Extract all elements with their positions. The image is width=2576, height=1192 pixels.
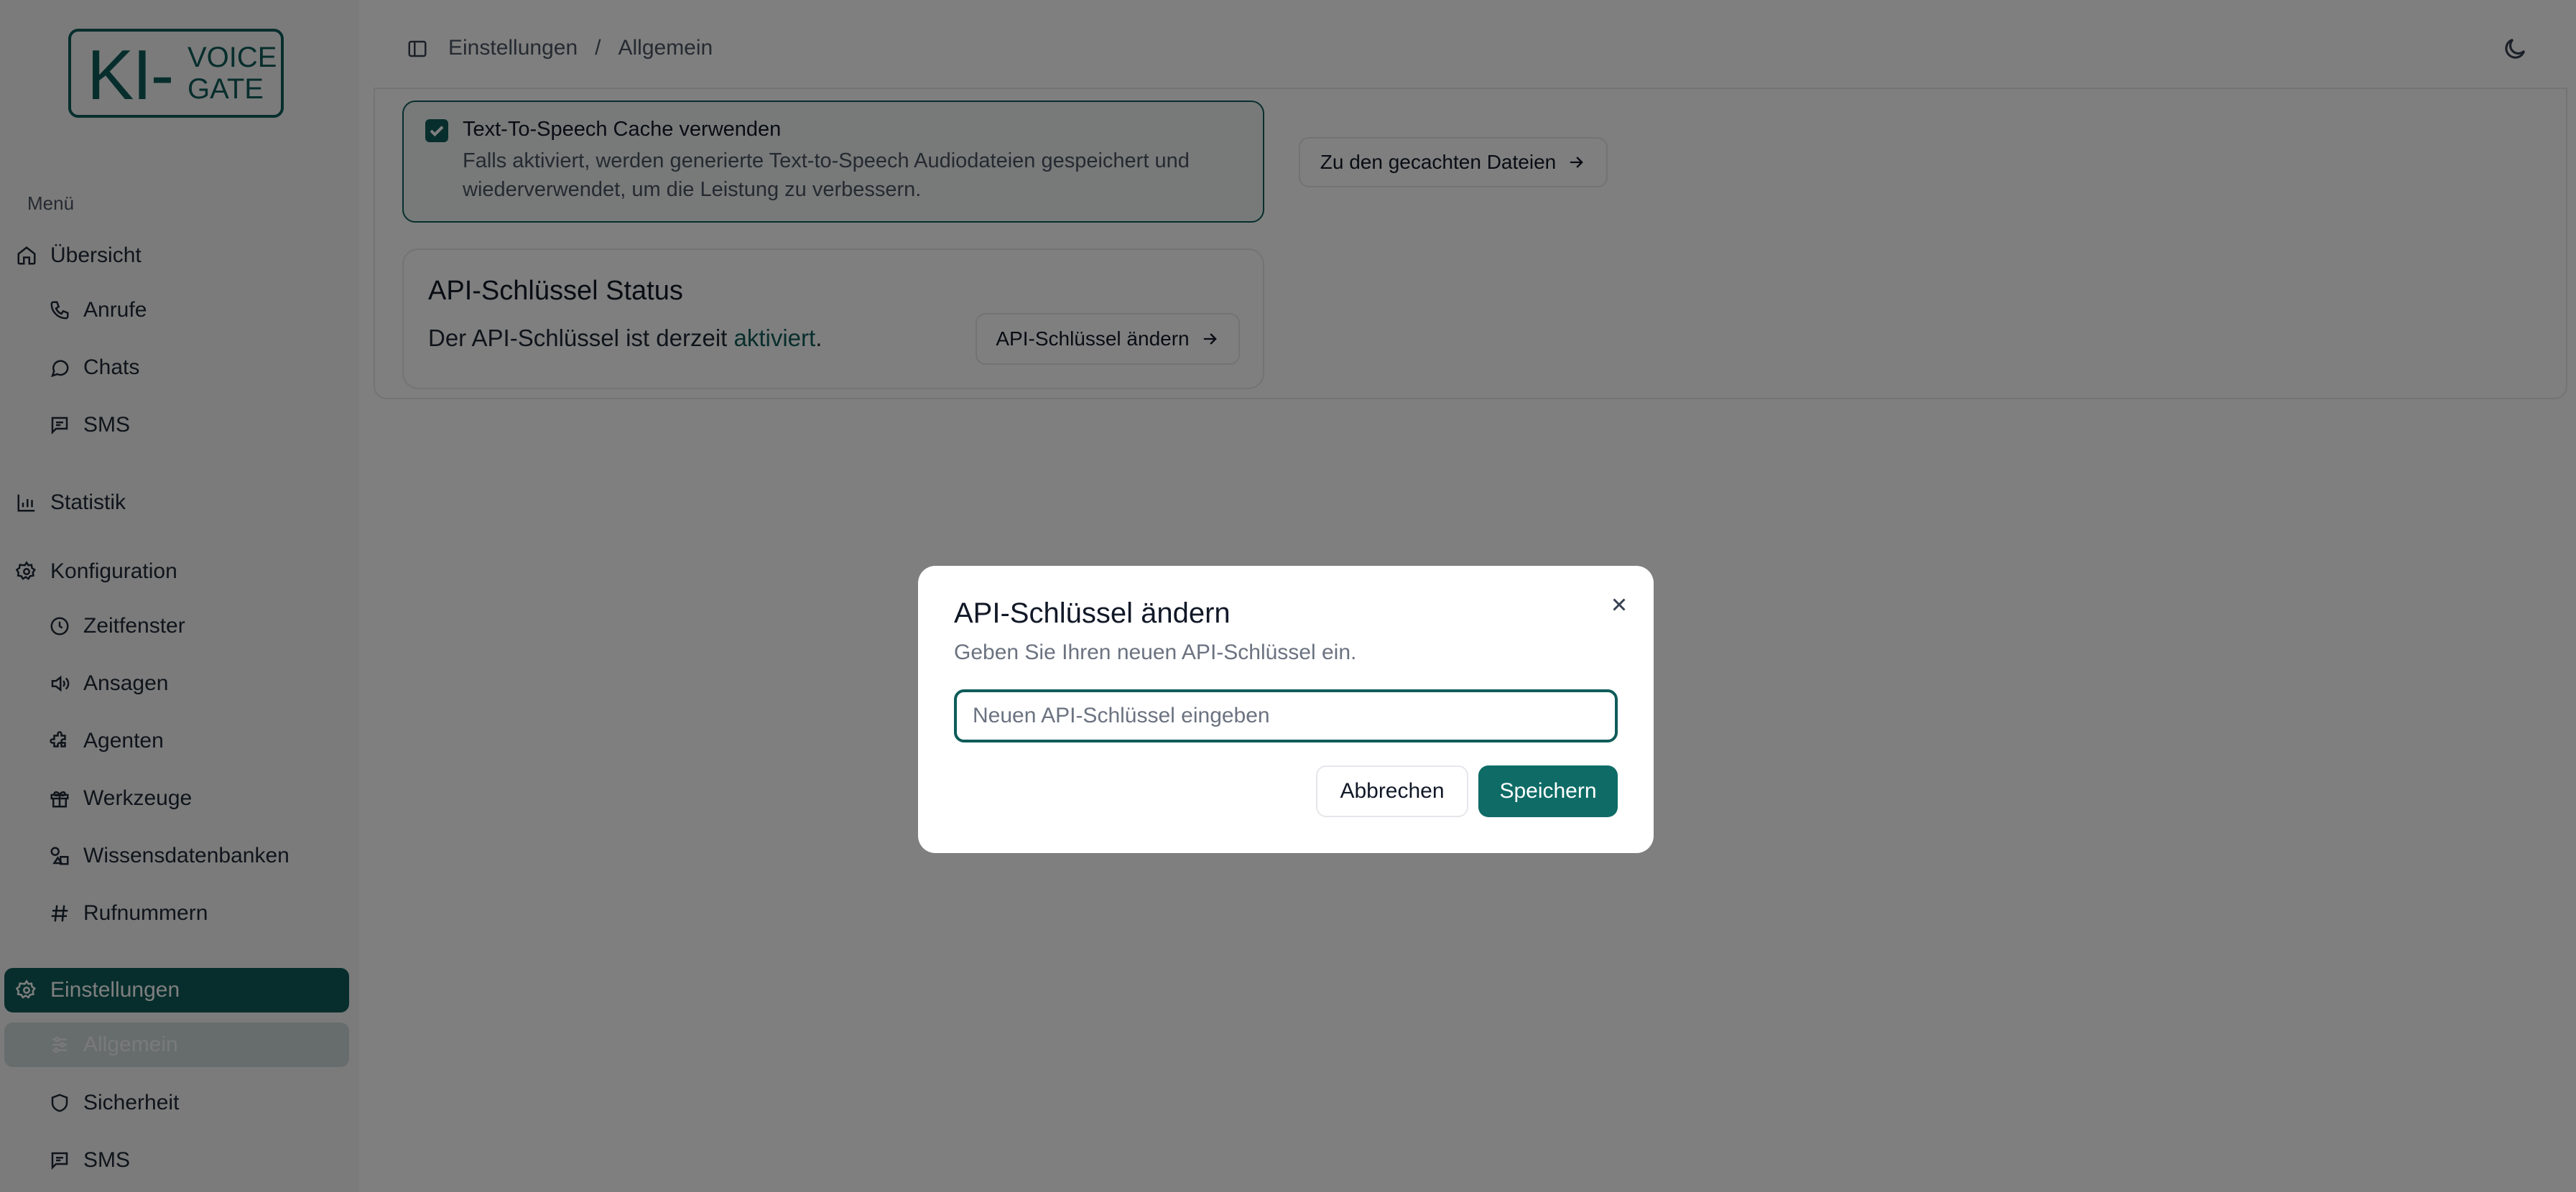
change-api-key-dialog: API-Schlüssel ändern Geben Sie Ihren neu… (918, 566, 1654, 853)
save-button[interactable]: Speichern (1478, 765, 1618, 817)
dialog-title: API-Schlüssel ändern (954, 597, 1231, 629)
cancel-button[interactable]: Abbrechen (1316, 765, 1468, 817)
dialog-description: Geben Sie Ihren neuen API-Schlüssel ein. (954, 641, 1357, 664)
close-icon (1613, 598, 1626, 611)
close-button[interactable] (1606, 592, 1632, 618)
api-key-input[interactable] (954, 689, 1618, 742)
